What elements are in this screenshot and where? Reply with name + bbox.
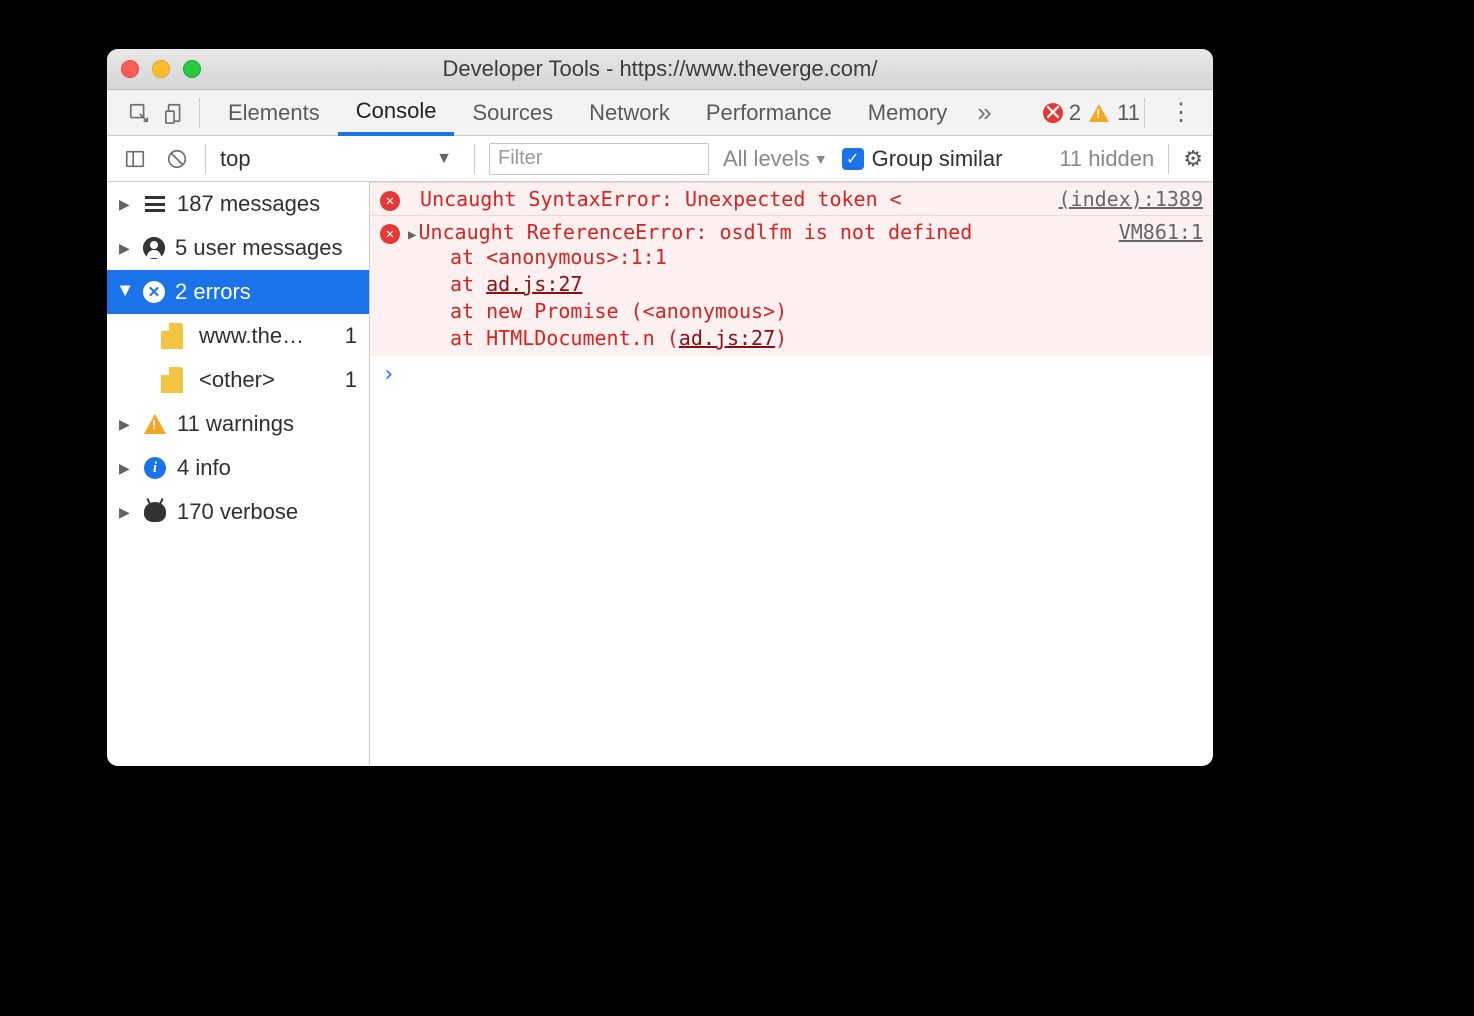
sidebar-item-error-source[interactable]: <other> 1 [107, 358, 369, 402]
console-main: ▶ 187 messages ▶ 5 user messages ▶ ✕ 2 e… [107, 182, 1213, 766]
separator [1168, 144, 1169, 174]
sidebar-item-error-source[interactable]: www.the… 1 [107, 314, 369, 358]
stack-trace: at <anonymous>:1:1 at ad.js:27 at new Pr… [380, 244, 1203, 352]
file-icon [161, 367, 183, 393]
stack-link[interactable]: ad.js:27 [679, 326, 775, 350]
devtools-tabbar: Elements Console Sources Network Perform… [107, 90, 1213, 136]
collapse-icon: ▶ [118, 285, 135, 299]
error-icon: ✕ [380, 224, 400, 244]
separator [205, 144, 206, 174]
tab-network[interactable]: Network [571, 90, 688, 135]
message-text: Uncaught ReferenceError: osdlfm is not d… [418, 220, 972, 244]
info-icon: i [143, 456, 167, 480]
expand-icon: ▶ [119, 416, 133, 433]
more-tabs-button[interactable]: » [965, 97, 1003, 128]
log-levels-select[interactable]: All levels ▼ [723, 146, 828, 172]
filter-placeholder: Filter [498, 147, 542, 170]
error-count: 2 [1069, 100, 1081, 126]
error-icon: ✕ [1043, 103, 1063, 123]
devtools-window: Developer Tools - https://www.theverge.c… [107, 49, 1213, 766]
status-counts[interactable]: ✕ 2 11 [1043, 100, 1140, 126]
window-titlebar: Developer Tools - https://www.theverge.c… [107, 49, 1213, 90]
expand-icon[interactable]: ▶ [408, 227, 416, 243]
sidebar-item-verbose[interactable]: ▶ 170 verbose [107, 490, 369, 534]
checkbox-checked-icon: ✓ [842, 148, 864, 170]
console-settings-icon[interactable]: ⚙ [1183, 146, 1203, 172]
sidebar-item-warnings[interactable]: ▶ 11 warnings [107, 402, 369, 446]
separator [474, 144, 475, 174]
tab-elements[interactable]: Elements [210, 90, 338, 135]
message-source-link[interactable]: VM861:1 [1119, 220, 1203, 244]
console-error-row[interactable]: VM861:1 ✕ ▶Uncaught ReferenceError: osdlf… [370, 215, 1213, 356]
error-icon: ✕ [380, 191, 400, 211]
expand-icon: ▶ [119, 196, 133, 213]
chevron-down-icon: ▼ [814, 151, 828, 167]
person-icon [143, 237, 165, 259]
warning-icon [143, 412, 167, 436]
inspect-element-icon[interactable] [123, 97, 155, 129]
list-icon [143, 192, 167, 216]
filter-input[interactable]: Filter [489, 143, 709, 175]
tab-memory[interactable]: Memory [850, 90, 965, 135]
group-similar-toggle[interactable]: ✓ Group similar [842, 146, 1003, 172]
expand-icon: ▶ [119, 460, 133, 477]
console-toolbar: top ▼ Filter All levels ▼ ✓ Group simila… [107, 136, 1213, 182]
toggle-sidebar-icon[interactable] [121, 145, 149, 173]
bug-icon [143, 500, 167, 524]
expand-icon: ▶ [119, 504, 133, 521]
expand-icon: ▶ [119, 240, 133, 257]
chevron-down-icon: ▼ [436, 150, 452, 168]
tab-sources[interactable]: Sources [454, 90, 571, 135]
separator [1144, 98, 1145, 128]
file-icon [161, 323, 183, 349]
console-messages: (index):1389 ✕ Uncaught SyntaxError: Une… [370, 182, 1213, 766]
tab-performance[interactable]: Performance [688, 90, 850, 135]
hidden-count[interactable]: 11 hidden [1059, 146, 1154, 172]
tab-console[interactable]: Console [338, 91, 455, 136]
tabbar-menu-button[interactable]: ⋮ [1155, 98, 1207, 127]
message-source-link[interactable]: (index):1389 [1059, 187, 1204, 211]
error-icon: ✕ [143, 281, 165, 303]
context-value: top [220, 146, 251, 172]
sidebar-item-info[interactable]: ▶ i 4 info [107, 446, 369, 490]
stack-link[interactable]: ad.js:27 [486, 272, 582, 296]
clear-console-icon[interactable] [163, 145, 191, 173]
console-sidebar: ▶ 187 messages ▶ 5 user messages ▶ ✕ 2 e… [107, 182, 370, 766]
device-toolbar-icon[interactable] [159, 97, 191, 129]
message-text: Uncaught SyntaxError: Unexpected token < [420, 187, 902, 211]
warning-count: 11 [1117, 100, 1140, 126]
sidebar-item-messages[interactable]: ▶ 187 messages [107, 182, 369, 226]
sidebar-item-user-messages[interactable]: ▶ 5 user messages [107, 226, 369, 270]
warning-icon [1089, 104, 1109, 122]
console-prompt[interactable]: › [370, 356, 1213, 393]
console-error-row[interactable]: (index):1389 ✕ Uncaught SyntaxError: Une… [370, 182, 1213, 215]
separator [199, 98, 200, 128]
sidebar-item-errors[interactable]: ▶ ✕ 2 errors [107, 270, 369, 314]
window-title: Developer Tools - https://www.theverge.c… [107, 56, 1213, 82]
execution-context-select[interactable]: top ▼ [220, 146, 460, 172]
